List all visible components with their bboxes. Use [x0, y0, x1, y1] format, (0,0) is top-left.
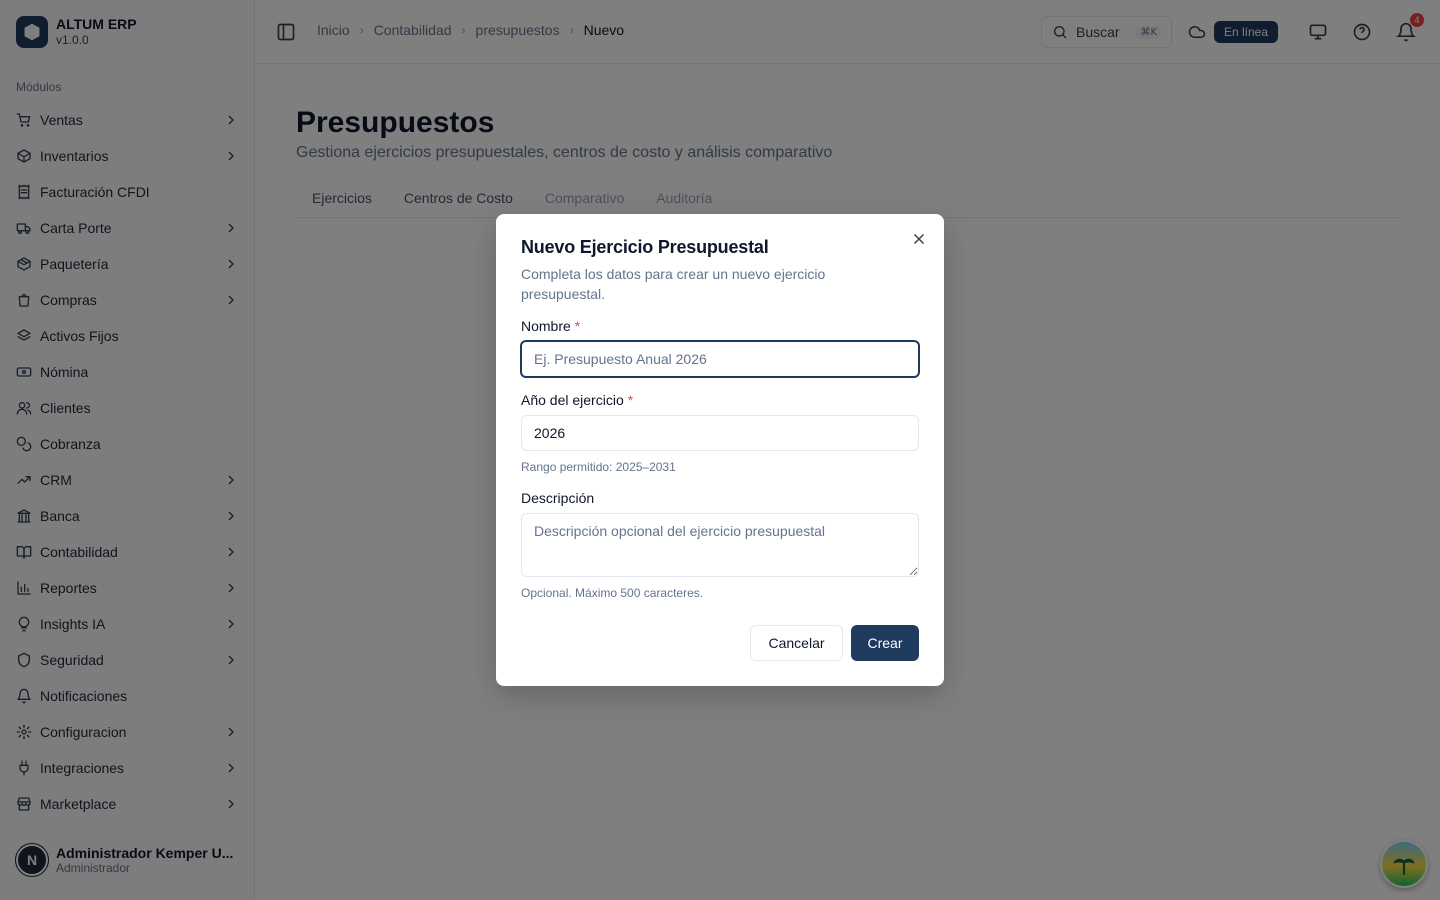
- year-label-text: Año del ejercicio: [521, 392, 624, 408]
- description-label: Descripción: [521, 490, 595, 506]
- description-field[interactable]: [521, 513, 919, 577]
- create-button[interactable]: Crear: [851, 625, 919, 661]
- dialog-title: Nuevo Ejercicio Presupuestal: [521, 237, 769, 257]
- description-hint: Opcional. Máximo 500 caracteres.: [521, 586, 704, 600]
- required-mark: *: [574, 318, 581, 334]
- name-field[interactable]: [520, 340, 920, 378]
- year-field[interactable]: [521, 415, 919, 451]
- year-hint: Rango permitido: 2025–2031: [521, 460, 676, 474]
- new-budget-dialog: Nuevo Ejercicio Presupuestal Completa lo…: [496, 214, 944, 686]
- name-label-text: Nombre: [521, 318, 571, 334]
- name-label: Nombre *: [521, 318, 580, 334]
- close-icon[interactable]: [910, 230, 928, 248]
- year-label: Año del ejercicio *: [521, 392, 633, 408]
- dialog-description: Completa los datos para crear un nuevo e…: [521, 266, 826, 302]
- required-mark: *: [627, 392, 634, 408]
- cancel-button[interactable]: Cancelar: [750, 625, 843, 661]
